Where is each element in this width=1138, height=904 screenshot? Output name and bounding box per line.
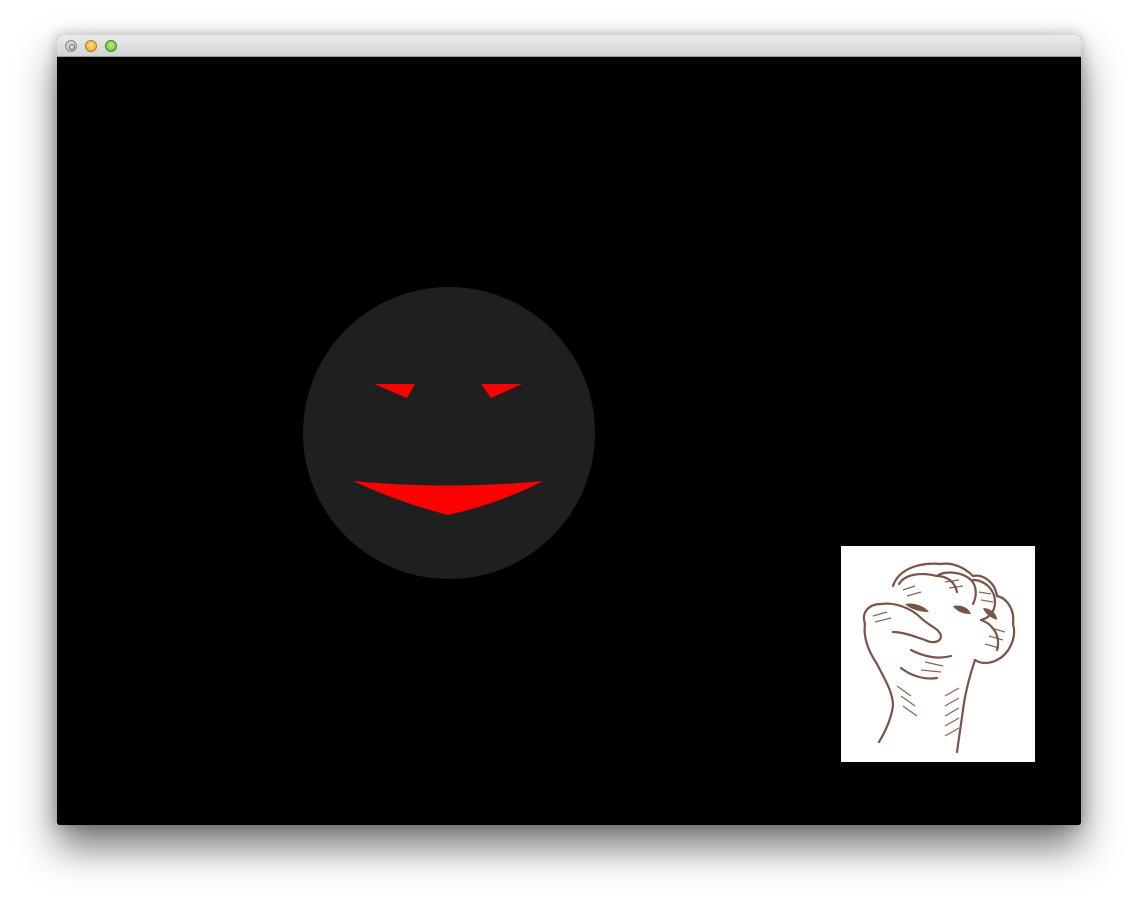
- face-circle: [303, 287, 595, 579]
- close-window-button[interactable]: [65, 40, 77, 52]
- player-face: [303, 287, 595, 579]
- maximize-window-button[interactable]: [105, 40, 117, 52]
- app-window: [57, 35, 1081, 825]
- fist-powerup-card[interactable]: [841, 546, 1035, 762]
- minimize-window-button[interactable]: [85, 40, 97, 52]
- game-canvas[interactable]: [57, 57, 1081, 825]
- title-bar: [57, 35, 1081, 57]
- raised-fist-icon: [862, 562, 1016, 754]
